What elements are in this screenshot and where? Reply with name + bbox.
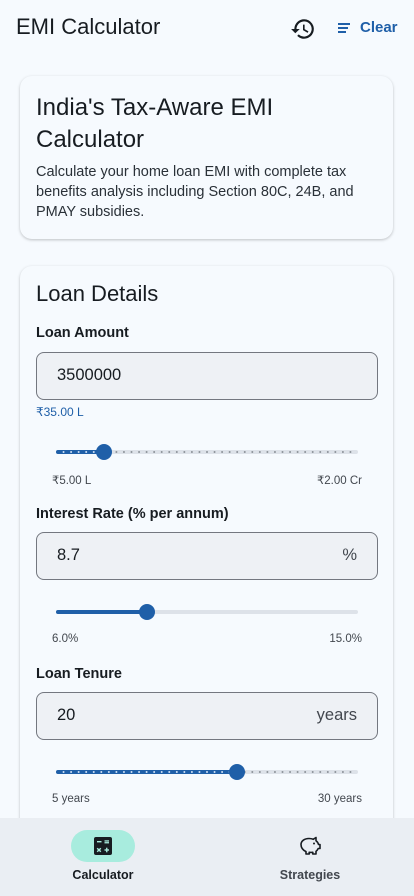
interest-rate-suffix: % — [342, 546, 357, 564]
interest-rate-max: 15.0% — [329, 633, 362, 645]
intro-card: India's Tax-Aware EMI Calculator Calcula… — [20, 76, 393, 239]
loan-amount-field[interactable]: 3500000 — [36, 352, 378, 400]
loan-tenure-max: 30 years — [317, 793, 362, 805]
piggy-bank-icon — [300, 836, 321, 855]
nav-indicator — [278, 830, 342, 862]
loan-details-card: Loan Details Loan Amount 3500000 ₹35.00 … — [20, 266, 393, 886]
loan-tenure-suffix: years — [316, 706, 357, 724]
slider-ticks — [56, 611, 358, 613]
interest-rate-field[interactable]: 8.7 % — [36, 532, 378, 580]
intro-heading: India's Tax-Aware EMI Calculator — [36, 94, 274, 153]
interest-rate-min: 6.0% — [52, 633, 79, 645]
clear-label: Clear — [360, 19, 398, 36]
loan-amount-max: ₹2.00 Cr — [316, 475, 362, 487]
slider-thumb[interactable] — [229, 764, 246, 780]
loan-tenure-min: 5 years — [52, 793, 90, 805]
sort-lines-icon — [338, 22, 350, 33]
app-title: EMI Calculator — [16, 14, 161, 39]
history-icon[interactable] — [290, 16, 316, 42]
loan-tenure-value: 20 — [57, 706, 76, 724]
calculator-icon — [94, 837, 112, 855]
loan-tenure-slider[interactable] — [56, 762, 358, 782]
loan-amount-label: Loan Amount — [36, 325, 129, 341]
slider-thumb[interactable] — [96, 444, 113, 460]
bottom-navigation: Calculator Strategies — [0, 818, 414, 896]
intro-description: Calculate your home loan EMI with comple… — [36, 164, 354, 220]
loan-tenure-label: Loan Tenure — [36, 666, 122, 682]
slider-thumb[interactable] — [138, 604, 155, 620]
loan-amount-value: 3500000 — [57, 366, 122, 384]
nav-indicator — [71, 830, 135, 862]
app-bar: EMI Calculator Clear — [0, 0, 414, 58]
interest-rate-label: Interest Rate (% per annum) — [36, 506, 229, 522]
loan-tenure-field[interactable]: 20 years — [36, 692, 378, 740]
slider-ticks — [62, 771, 352, 773]
nav-label-calculator: Calculator — [72, 868, 134, 882]
loan-amount-helper: ₹35.00 L — [36, 405, 84, 419]
nav-item-calculator[interactable]: Calculator — [33, 830, 173, 882]
loan-amount-slider[interactable] — [56, 442, 358, 462]
loan-amount-min: ₹5.00 L — [52, 475, 92, 487]
nav-label-strategies: Strategies — [279, 868, 341, 882]
interest-rate-value: 8.7 — [57, 546, 80, 564]
clear-button[interactable]: Clear — [336, 19, 398, 36]
loan-details-heading: Loan Details — [36, 281, 159, 306]
interest-rate-slider[interactable] — [56, 602, 358, 622]
nav-item-strategies[interactable]: Strategies — [240, 830, 380, 882]
